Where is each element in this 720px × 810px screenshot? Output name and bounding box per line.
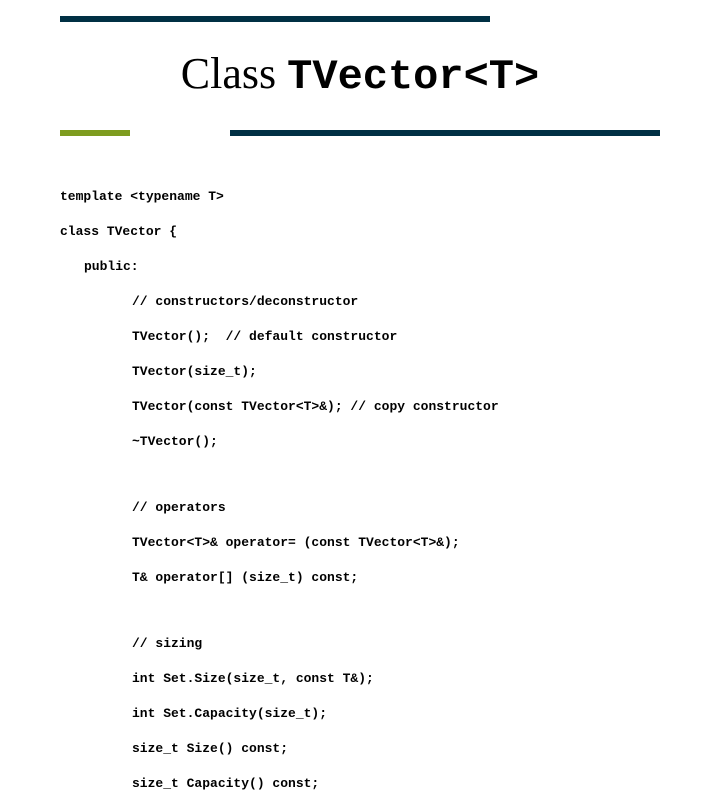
code-line: // operators [60, 499, 499, 517]
code-line: T& operator[] (size_t) const; [60, 569, 499, 587]
code-line: TVector(const TVector<T>&); // copy cons… [60, 398, 499, 416]
blank-line [60, 468, 499, 481]
code-line: public: [60, 258, 499, 276]
code-line: size_t Capacity() const; [60, 775, 499, 793]
code-line: class TVector { [60, 223, 499, 241]
blank-line [60, 604, 499, 617]
code-block: template <typename T> class TVector { pu… [60, 170, 499, 810]
accent-bar-short [60, 130, 130, 136]
code-line: template <typename T> [60, 188, 499, 206]
code-line: TVector<T>& operator= (const TVector<T>&… [60, 534, 499, 552]
code-line: int Set.Capacity(size_t); [60, 705, 499, 723]
code-line: ~TVector(); [60, 433, 499, 451]
title-serif-part: Class [181, 49, 287, 98]
slide-title: Class TVector<T> [0, 48, 720, 101]
code-line: // sizing [60, 635, 499, 653]
code-line: TVector(); // default constructor [60, 328, 499, 346]
code-line: TVector(size_t); [60, 363, 499, 381]
code-line: int Set.Size(size_t, const T&); [60, 670, 499, 688]
title-mono-part: TVector<T> [287, 53, 539, 101]
code-line: // constructors/deconstructor [60, 293, 499, 311]
code-line: size_t Size() const; [60, 740, 499, 758]
accent-bar-long [230, 130, 660, 136]
top-accent-bar [60, 16, 490, 22]
